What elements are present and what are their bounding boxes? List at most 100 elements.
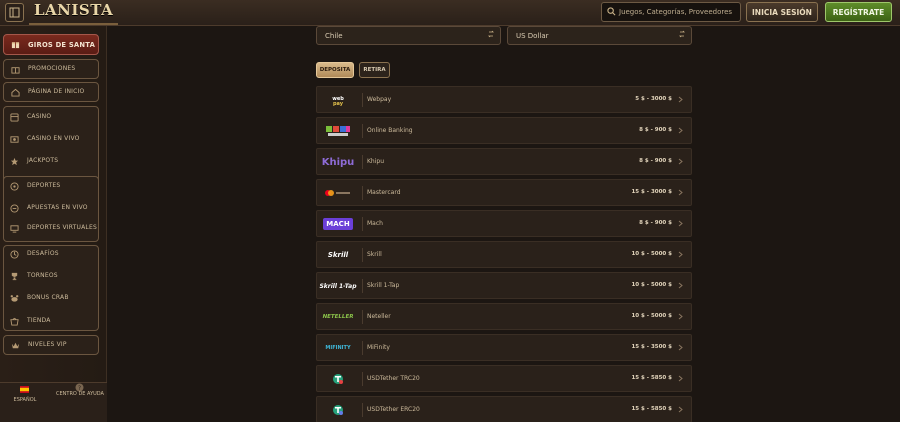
sidebar-item-promociones[interactable]: PROMOCIONES — [3, 59, 99, 79]
sidebar-item-apuestas-en-vivo[interactable]: APUESTAS EN VIVO — [3, 201, 99, 215]
row-divider — [362, 403, 363, 417]
chevron-right-icon — [678, 96, 683, 103]
tether-logo — [317, 399, 359, 421]
search-input[interactable]: Juegos, Categorías, Proveedores — [601, 2, 741, 22]
sidebar-item-tienda[interactable]: TIENDA — [3, 314, 99, 328]
method-range: 15 $ - 5850 $ — [631, 406, 672, 412]
khipu-logo-text: Khipu — [321, 156, 355, 168]
method-range: 10 $ - 5000 $ — [631, 251, 672, 257]
payment-method-row[interactable]: Skrill 1-Tap Skrill 1-Tap 10 $ - 5000 $ — [316, 272, 692, 299]
trophy-icon — [11, 272, 18, 280]
method-name: Khipu — [367, 158, 385, 165]
home-icon — [11, 88, 20, 97]
sidebar-item-niveles-vip[interactable]: NIVELES VIP — [3, 335, 99, 355]
row-divider — [362, 93, 363, 107]
virtual-sports-icon — [10, 224, 19, 233]
method-range: 15 $ - 5850 $ — [631, 375, 672, 381]
method-range: 5 $ - 3000 $ — [635, 96, 672, 102]
row-divider — [362, 372, 363, 386]
sidebar-item-label: BONUS CRAB — [27, 294, 69, 301]
payment-method-row[interactable]: MIFINITY MiFinity 15 $ - 3500 $ — [316, 334, 692, 361]
sidebar-item-giros-de-santa[interactable]: GIROS DE SANTA — [3, 34, 99, 55]
live-bet-icon — [10, 203, 19, 213]
gift-icon — [11, 42, 20, 49]
skrill-1tap-logo-text: Skrill 1-Tap — [319, 282, 357, 290]
sidebar-item-bonus-crab[interactable]: BONUS CRAB — [3, 291, 99, 305]
skrill-1tap-logo: Skrill 1-Tap — [317, 275, 359, 297]
sidebar-item-torneos[interactable]: TORNEOS — [3, 269, 99, 283]
sidebar-item-deportes-virtuales[interactable]: DEPORTES VIRTUALES — [3, 219, 99, 237]
skrill-logo-text: Skrill — [327, 251, 349, 259]
payment-method-row[interactable]: Khipu Khipu 8 $ - 900 $ — [316, 148, 692, 175]
mach-logo-text: MACH — [323, 218, 353, 230]
mach-logo: MACH — [317, 213, 359, 235]
chevron-right-icon — [678, 375, 683, 382]
sidebar-item-casino-en-vivo[interactable]: CASINO EN VIVO — [3, 132, 99, 146]
chevron-right-icon — [678, 189, 683, 196]
sidebar-item-label: DEPORTES VIRTUALES — [27, 224, 97, 231]
chevron-right-icon — [678, 158, 683, 165]
payment-method-row[interactable]: USDTether TRC20 15 $ - 5850 $ — [316, 365, 692, 392]
sidebar-item-deportes[interactable]: DEPORTES — [3, 179, 99, 193]
row-divider — [362, 310, 363, 324]
vip-icon — [11, 342, 20, 348]
payment-method-row[interactable]: web pay Webpay 5 $ - 3000 $ — [316, 86, 692, 113]
payment-method-row[interactable]: Skrill Skrill 10 $ - 5000 $ — [316, 241, 692, 268]
method-name: Online Banking — [367, 127, 413, 134]
crab-icon — [10, 294, 19, 302]
soccer-ball-icon — [10, 181, 19, 191]
currency-select[interactable]: US Dollar — [507, 26, 692, 45]
online-banking-logo — [317, 120, 359, 142]
method-name: Mach — [367, 220, 383, 227]
spain-flag-icon[interactable] — [20, 386, 29, 393]
live-casino-icon — [10, 135, 19, 143]
sidebar: GIROS DE SANTA PROMOCIONES PÁGINA DE INI… — [0, 26, 107, 422]
sidebar-item-desafios[interactable]: DESAFÍOS — [3, 247, 99, 261]
method-range: 15 $ - 3500 $ — [631, 344, 672, 350]
sidebar-item-pagina-de-inicio[interactable]: PÁGINA DE INICIO — [3, 82, 99, 102]
row-divider — [362, 186, 363, 200]
site-logo[interactable]: LANISTA — [29, 1, 119, 25]
sidebar-item-label: JACKPOTS — [27, 157, 59, 164]
language-selector[interactable]: ESPAÑOL — [0, 397, 50, 403]
sidebar-item-casino[interactable]: CASINO — [3, 110, 99, 124]
sidebar-item-label: PROMOCIONES — [28, 65, 76, 72]
help-center-link[interactable]: CENTRO DE AYUDA — [55, 391, 105, 398]
top-bar: LANISTA Juegos, Categorías, Proveedores … — [0, 0, 900, 26]
row-divider — [362, 341, 363, 355]
swap-arrow-icon — [679, 30, 685, 38]
shop-icon — [10, 317, 19, 326]
payment-method-row[interactable]: USDTether ERC20 15 $ - 5850 $ — [316, 396, 692, 422]
tab-deposit[interactable]: DEPOSITA — [316, 62, 354, 78]
payment-method-row[interactable]: Mastercard 15 $ - 3000 $ — [316, 179, 692, 206]
tether-logo — [317, 368, 359, 390]
country-select[interactable]: Chile — [316, 26, 501, 45]
neteller-logo: NETELLER — [317, 306, 359, 328]
payment-method-row[interactable]: MACH Mach 8 $ - 900 $ — [316, 210, 692, 237]
chevron-right-icon — [678, 220, 683, 227]
challenge-icon — [10, 249, 19, 259]
method-name: MiFinity — [367, 344, 390, 351]
currency-value: US Dollar — [516, 31, 549, 40]
method-name: Skrill — [367, 251, 382, 258]
row-divider — [362, 155, 363, 169]
sidebar-item-label: CASINO EN VIVO — [27, 135, 80, 142]
sidebar-item-label: PÁGINA DE INICIO — [28, 88, 85, 95]
method-range: 8 $ - 900 $ — [639, 127, 672, 133]
chevron-right-icon — [678, 282, 683, 289]
svg-text:pay: pay — [333, 101, 344, 106]
khipu-logo: Khipu — [317, 151, 359, 173]
payment-method-row[interactable]: NETELLER Neteller 10 $ - 5000 $ — [316, 303, 692, 330]
register-button[interactable]: REGÍSTRATE — [825, 2, 892, 22]
menu-toggle-button[interactable] — [5, 3, 24, 22]
row-divider — [362, 248, 363, 262]
sidebar-item-jackpots[interactable]: JACKPOTS — [3, 154, 99, 168]
payment-method-row[interactable]: Online Banking 8 $ - 900 $ — [316, 117, 692, 144]
jackpot-icon — [10, 157, 19, 165]
sidebar-item-label: CASINO — [27, 113, 52, 120]
slot-icon — [10, 112, 19, 122]
method-name: Mastercard — [367, 189, 401, 196]
tab-withdraw[interactable]: RETIRA — [359, 62, 390, 78]
method-name: Webpay — [367, 96, 392, 103]
login-button[interactable]: INICIA SESIÓN — [746, 2, 818, 22]
